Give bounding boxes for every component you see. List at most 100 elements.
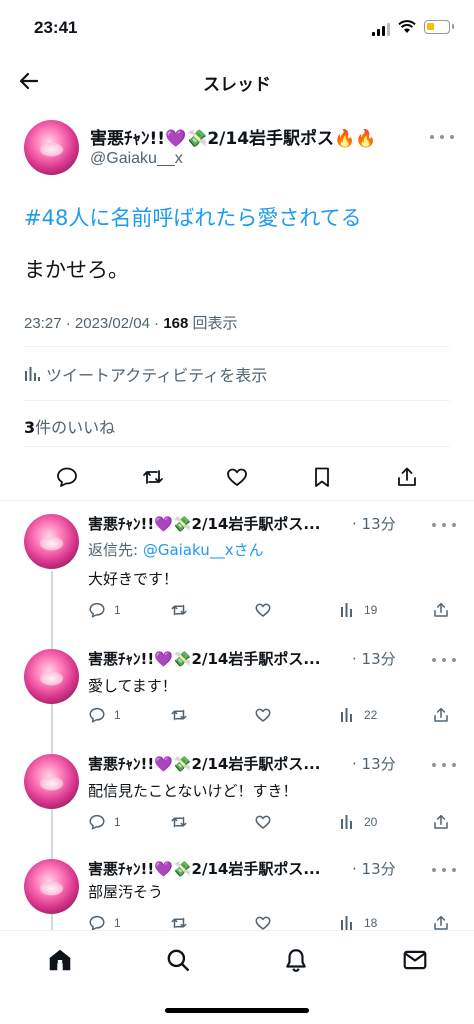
view-count: 20 <box>364 815 378 829</box>
share-icon <box>434 707 448 722</box>
reply-count: 1 <box>114 815 121 829</box>
reply-to: 返信先: @Gaiaku__xさん <box>88 539 264 560</box>
reply-button[interactable]: 1 <box>88 705 121 725</box>
display-name[interactable]: 害悪ﾁｬﾝ!!💜💸2/14岩手駅ポス... <box>88 513 350 534</box>
heart-icon <box>255 815 271 829</box>
reply-to-suffix: さん <box>233 541 264 559</box>
tab-search[interactable] <box>163 945 193 975</box>
reply-icon <box>89 707 105 723</box>
tweet-time[interactable]: 23:27 <box>24 315 62 332</box>
heart-icon <box>227 468 247 486</box>
display-name[interactable]: 害悪ﾁｬﾝ!!💜💸2/14岩手駅ポス... <box>88 858 350 879</box>
analytics-icon <box>25 367 40 381</box>
like-button[interactable] <box>254 600 272 620</box>
likes-count: 3 <box>24 418 36 437</box>
view-count: 19 <box>364 603 378 617</box>
display-name[interactable]: 害悪ﾁｬﾝ!!💜💸2/14岩手駅ポス... <box>88 753 350 774</box>
view-count: 18 <box>364 916 378 930</box>
list-item[interactable]: 害悪ﾁｬﾝ!!💜💸2/14岩手駅ポス... · 13分 愛してます！ 1 22 <box>0 635 474 740</box>
retweet-button[interactable] <box>170 812 188 832</box>
more-options-button[interactable] <box>432 863 456 877</box>
views-button[interactable]: 19 <box>340 600 377 620</box>
reply-button[interactable] <box>52 462 82 492</box>
display-name[interactable]: 害悪ﾁｬﾝ!!💜💸2/14岩手駅ポス🔥🔥 <box>90 124 376 149</box>
share-button[interactable] <box>392 462 422 492</box>
tweet-text: 部屋汚そう <box>88 883 164 901</box>
retweet-button[interactable] <box>138 462 168 492</box>
home-icon <box>49 949 71 971</box>
heart-icon <box>255 603 271 617</box>
reply-icon <box>89 814 105 830</box>
hashtag-link[interactable]: #48人に名前呼ばれたら愛されてる <box>24 202 362 232</box>
share-button[interactable] <box>432 705 450 725</box>
reply-to-prefix: 返信先: <box>88 541 143 559</box>
tweet-text: 大好きです！ <box>88 570 179 588</box>
like-button[interactable] <box>222 462 252 492</box>
retweet-button[interactable] <box>170 600 188 620</box>
tweet-actions <box>44 462 434 492</box>
views-button[interactable]: 22 <box>340 705 377 725</box>
bookmark-button[interactable] <box>307 462 337 492</box>
divider <box>24 346 450 347</box>
reply-count: 1 <box>114 603 121 617</box>
display-name[interactable]: 害悪ﾁｬﾝ!!💜💸2/14岩手駅ポス... <box>88 648 350 669</box>
tweet-time[interactable]: · 13分 <box>352 858 396 879</box>
tweet-time[interactable]: · 13分 <box>352 753 396 774</box>
more-options-button[interactable] <box>432 758 456 772</box>
retweet-button[interactable] <box>170 705 188 725</box>
status-time: 23:41 <box>34 18 78 37</box>
view-count: 22 <box>364 708 378 722</box>
search-icon <box>167 949 189 971</box>
tweet-text: 配信見たことないけど！すき！ <box>88 782 298 800</box>
tweet-date[interactable]: 2023/02/04 <box>75 315 150 332</box>
view-count: 168 <box>163 315 189 332</box>
like-button[interactable] <box>254 705 272 725</box>
avatar[interactable] <box>24 514 79 569</box>
avatar[interactable] <box>24 120 79 175</box>
list-item[interactable]: 害悪ﾁｬﾝ!!💜💸2/14岩手駅ポス... · 13分 配信見たことないけど！す… <box>0 740 474 845</box>
analytics-icon <box>341 708 352 722</box>
tab-notifications[interactable] <box>281 945 311 975</box>
tweet-time[interactable]: · 13分 <box>352 513 396 534</box>
avatar[interactable] <box>24 754 79 809</box>
tweet-time[interactable]: · 13分 <box>352 648 396 669</box>
analytics-icon <box>341 815 352 829</box>
reply-button[interactable]: 1 <box>88 600 121 620</box>
tweet-actions: 1 22 <box>88 705 458 725</box>
more-options-button[interactable] <box>432 518 456 532</box>
tweet-actions: 1 20 <box>88 812 458 832</box>
tweet-text: 愛してます！ <box>88 677 177 695</box>
signal-icon <box>372 22 390 36</box>
retweet-icon <box>171 709 187 721</box>
share-button[interactable] <box>432 600 450 620</box>
share-icon <box>434 602 448 617</box>
tab-messages[interactable] <box>400 945 430 975</box>
header: スレッド <box>0 56 474 106</box>
page-title: スレッド <box>203 75 271 95</box>
likes-link[interactable]: 3件のいいね <box>24 414 115 438</box>
tab-home[interactable] <box>45 945 75 975</box>
avatar[interactable] <box>24 649 79 704</box>
mention-link[interactable]: @Gaiaku__x <box>143 541 234 559</box>
tweet-meta: 23:27 · 2023/02/04 · 168 回表示 <box>24 315 238 332</box>
share-icon <box>434 814 448 829</box>
share-icon <box>398 467 416 486</box>
handle[interactable]: @Gaiaku__x <box>90 150 183 168</box>
list-item[interactable]: 害悪ﾁｬﾝ!!💜💸2/14岩手駅ポス... · 13分 返信先: @Gaiaku… <box>0 500 474 618</box>
tweet-actions: 1 19 <box>88 600 458 620</box>
bell-icon <box>286 949 306 972</box>
tweet-activity-link[interactable]: ツイートアクティビティを表示 <box>24 362 267 386</box>
home-indicator[interactable] <box>165 1008 309 1013</box>
views-button[interactable]: 20 <box>340 812 377 832</box>
like-button[interactable] <box>254 812 272 832</box>
retweet-icon <box>171 816 187 828</box>
share-button[interactable] <box>432 812 450 832</box>
reply-icon <box>89 602 105 618</box>
avatar[interactable] <box>24 859 79 914</box>
more-options-button[interactable] <box>430 130 454 144</box>
activity-label: ツイートアクティビティを表示 <box>46 366 268 385</box>
analytics-icon <box>341 916 352 930</box>
reply-button[interactable]: 1 <box>88 812 121 832</box>
reply-icon <box>57 467 77 487</box>
more-options-button[interactable] <box>432 653 456 667</box>
